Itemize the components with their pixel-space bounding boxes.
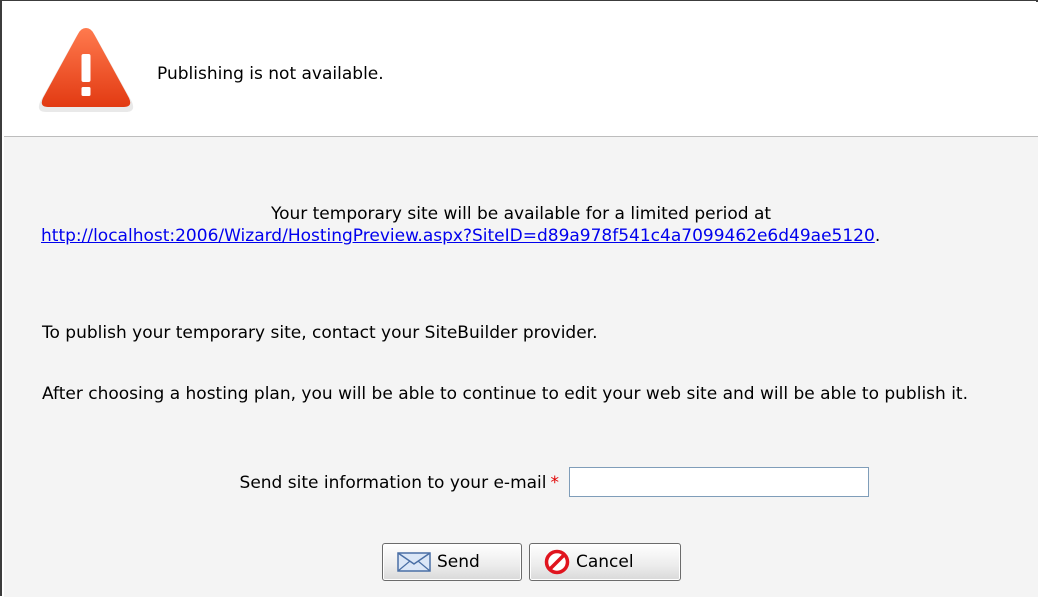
dialog-header: Publishing is not available.: [4, 2, 1038, 137]
dialog-window: Publishing is not available. Your tempor…: [0, 0, 1038, 597]
required-marker: *: [550, 473, 560, 493]
warning-icon: [38, 28, 134, 112]
email-label-text: Send site information to your e-mail: [239, 473, 547, 493]
dialog-body: Your temporary site will be available fo…: [4, 137, 1038, 597]
hosting-plan-text: After choosing a hosting plan, you will …: [42, 384, 969, 404]
prohibited-icon: [544, 549, 570, 575]
temporary-site-link[interactable]: http://localhost:2006/Wizard/HostingPrev…: [41, 226, 875, 246]
cancel-button[interactable]: Cancel: [529, 543, 681, 581]
url-period: .: [874, 226, 881, 246]
contact-provider-text: To publish your temporary site, contact …: [42, 323, 598, 343]
temporary-site-text: Your temporary site will be available fo…: [270, 204, 772, 224]
send-button-label: Send: [437, 552, 480, 572]
email-label: Send site information to your e-mail *: [4, 473, 559, 493]
send-button[interactable]: Send: [382, 543, 522, 581]
cancel-button-label: Cancel: [576, 552, 634, 572]
temporary-site-url-line: http://localhost:2006/Wizard/HostingPrev…: [41, 225, 880, 247]
email-input[interactable]: [569, 467, 869, 497]
page-title: Publishing is not available.: [157, 64, 384, 84]
envelope-icon: [397, 552, 431, 572]
